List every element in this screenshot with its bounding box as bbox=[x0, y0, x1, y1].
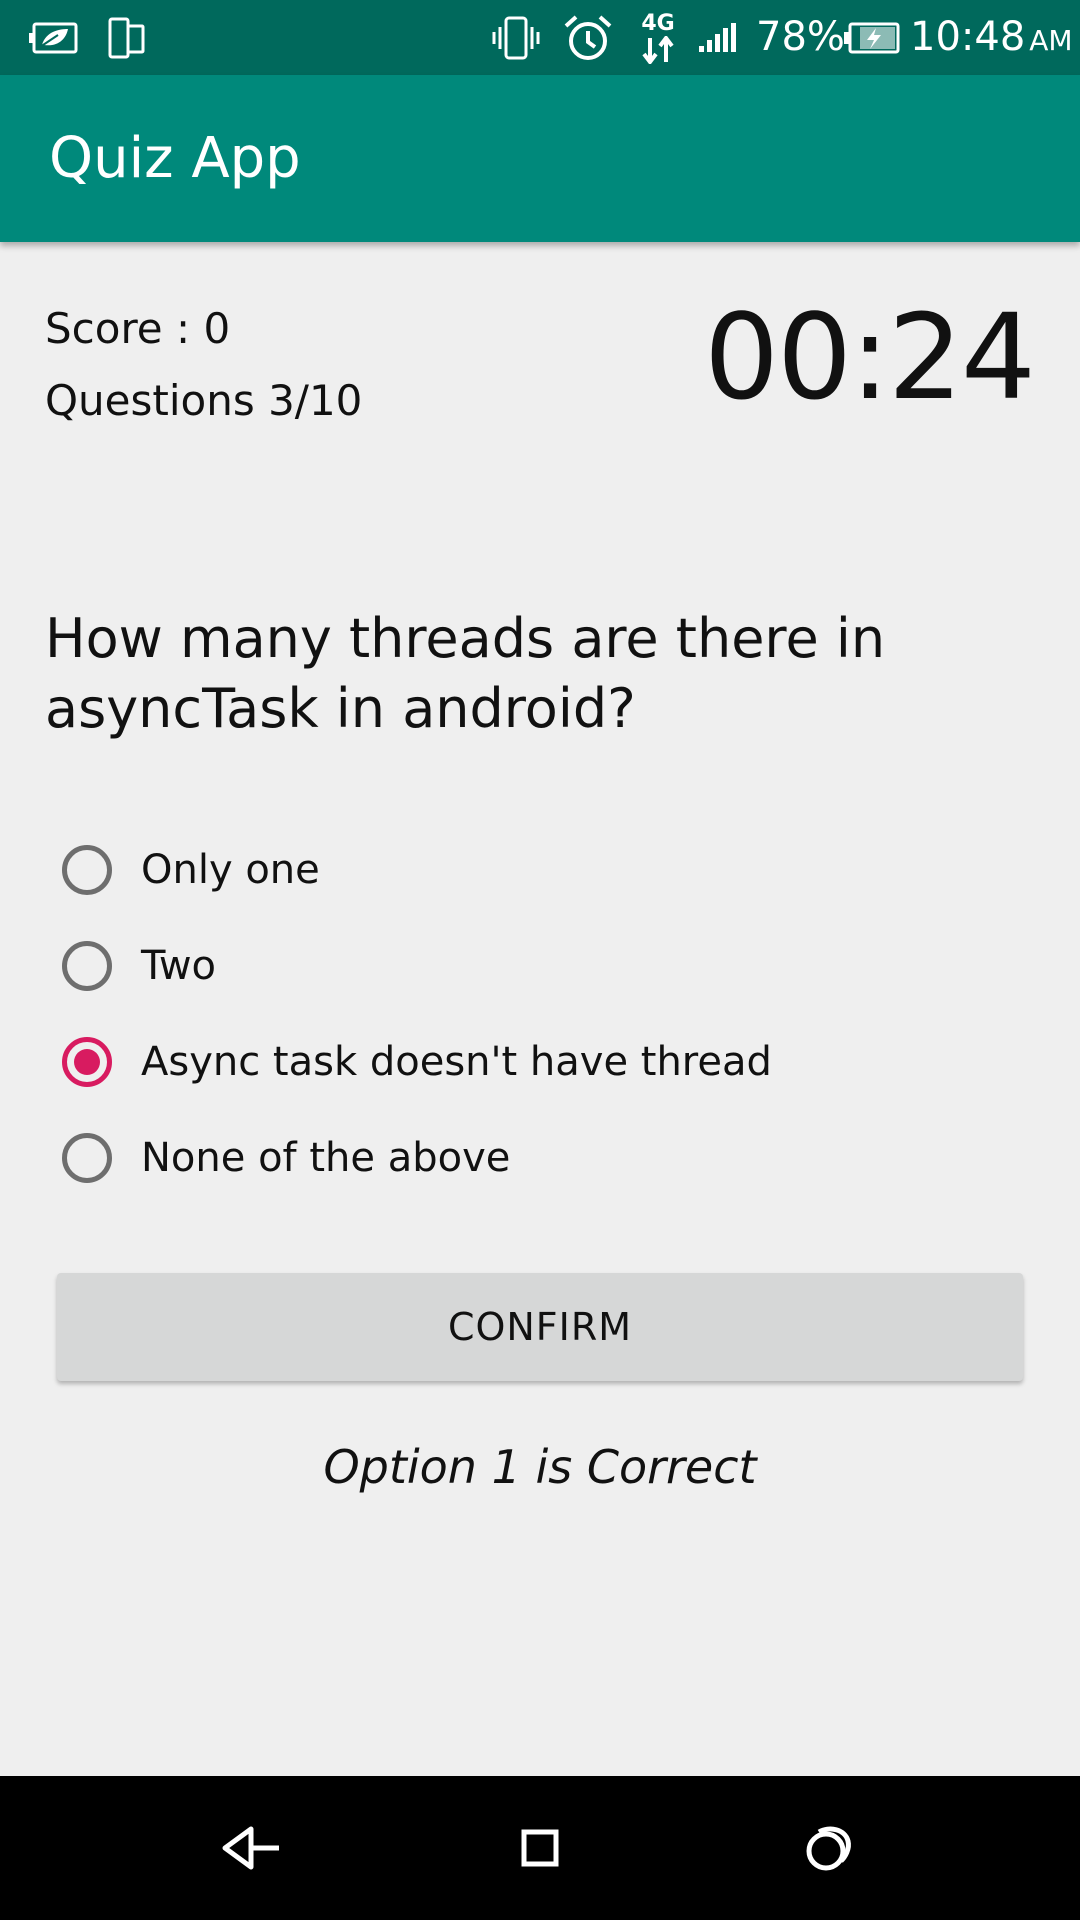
radio-dot bbox=[74, 1049, 100, 1075]
quiz-screen: 4G 78% 10:48 AM Quiz App Score: 0 Quest… bbox=[0, 0, 1080, 1920]
network-4g-icon: 4G bbox=[636, 0, 680, 75]
radio-button-icon[interactable] bbox=[62, 1133, 112, 1183]
option-2-radio[interactable]: Two bbox=[0, 918, 1080, 1014]
phone-mirror-icon bbox=[104, 0, 150, 75]
radio-dot bbox=[74, 953, 100, 979]
signal-icon bbox=[696, 0, 742, 75]
battery-percent: 78% bbox=[756, 14, 845, 60]
network-type-label: 4G bbox=[641, 10, 675, 36]
confirm-button[interactable]: CONFIRM bbox=[57, 1273, 1023, 1381]
status-time-ampm: AM bbox=[1029, 24, 1073, 57]
option-label: Async task doesn't have thread bbox=[141, 1039, 772, 1085]
radio-button-icon[interactable] bbox=[62, 1037, 112, 1087]
radio-button-icon[interactable] bbox=[62, 845, 112, 895]
option-3-radio[interactable]: Async task doesn't have thread bbox=[0, 1014, 1080, 1110]
status-time: 10:48 AM bbox=[910, 0, 1073, 75]
vibrate-icon bbox=[490, 0, 542, 75]
option-label: Two bbox=[141, 943, 216, 989]
question-count-text: Questions 3/10 bbox=[45, 376, 363, 425]
option-4-radio[interactable]: None of the above bbox=[0, 1110, 1080, 1206]
alarm-icon bbox=[562, 0, 614, 75]
status-time-value: 10:48 bbox=[910, 14, 1026, 60]
radio-dot bbox=[74, 857, 100, 883]
home-icon[interactable] bbox=[460, 1776, 620, 1920]
answer-feedback-text: Option 1 is Correct bbox=[323, 1440, 757, 1494]
app-bar: Quiz App bbox=[0, 75, 1080, 242]
countdown-timer: 00:24 bbox=[703, 288, 1036, 426]
question-text: How many threads are there in asyncTask … bbox=[45, 607, 886, 740]
score-text: Score : 0 bbox=[45, 304, 231, 353]
leaf-battery-saver-icon bbox=[26, 0, 82, 75]
answer-radio-group: Only one Two Async task doesn't have thr… bbox=[0, 822, 1080, 1206]
radio-button-icon[interactable] bbox=[62, 941, 112, 991]
radio-dot bbox=[74, 1145, 100, 1171]
option-label: None of the above bbox=[141, 1135, 511, 1181]
battery-charging-icon bbox=[842, 0, 902, 75]
system-nav-bar bbox=[0, 1776, 1080, 1920]
option-label: Only one bbox=[141, 847, 320, 893]
back-icon[interactable] bbox=[172, 1776, 332, 1920]
status-bar: 4G 78% 10:48 AM bbox=[0, 0, 1080, 75]
recents-icon[interactable] bbox=[748, 1776, 908, 1920]
app-title: Quiz App bbox=[49, 126, 301, 191]
option-1-radio[interactable]: Only one bbox=[0, 822, 1080, 918]
